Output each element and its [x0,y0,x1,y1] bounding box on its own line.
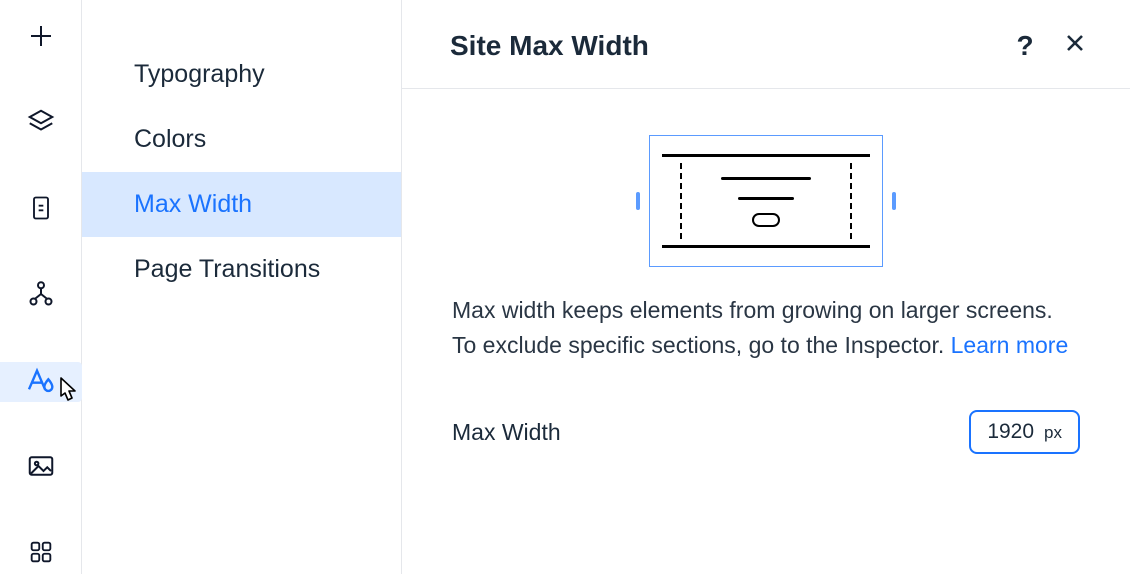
panel-header: Site Max Width ? [402,0,1130,89]
rail-apps[interactable] [0,534,82,574]
rail-structure[interactable] [0,276,82,316]
rail-add[interactable] [0,18,82,58]
page-icon [27,194,55,227]
help-button[interactable]: ? [1010,31,1040,61]
header-actions: ? [1010,31,1090,61]
sidebar-item-page-transitions[interactable]: Page Transitions [82,237,401,302]
panel-title: Site Max Width [450,30,649,62]
layers-icon [26,107,56,142]
field-unit: px [1044,423,1062,443]
close-button[interactable] [1060,31,1090,61]
icon-rail [0,0,82,574]
rail-page[interactable] [0,190,82,230]
close-icon [1063,30,1087,62]
rail-layers[interactable] [0,104,82,144]
sidebar-item-max-width[interactable]: Max Width [82,172,401,237]
rail-styles[interactable] [0,362,82,402]
image-icon [26,451,56,486]
field-value: 1920 [987,420,1034,444]
field-label: Max Width [452,419,561,446]
structure-icon [26,279,56,314]
description: Max width keeps elements from growing on… [402,293,1130,362]
max-width-field-row: Max Width 1920 px [402,362,1130,454]
help-icon: ? [1016,30,1033,62]
sidebar-item-typography[interactable]: Typography [82,42,401,107]
learn-more-link[interactable]: Learn more [951,332,1069,358]
design-sidebar: Typography Colors Max Width Page Transit… [82,0,402,574]
sidebar-item-label: Page Transitions [134,255,320,283]
plus-icon [26,21,56,56]
sidebar-item-label: Typography [134,60,265,88]
apps-icon [27,538,55,571]
illustration-wrap [402,89,1130,293]
sidebar-item-label: Colors [134,125,206,153]
rail-image[interactable] [0,448,82,488]
max-width-input[interactable]: 1920 px [969,410,1080,454]
sidebar-item-colors[interactable]: Colors [82,107,401,172]
main-panel: Site Max Width ? Max wid [402,0,1130,574]
styles-icon [25,364,57,401]
sidebar-item-label: Max Width [134,190,252,218]
max-width-illustration [649,135,883,267]
